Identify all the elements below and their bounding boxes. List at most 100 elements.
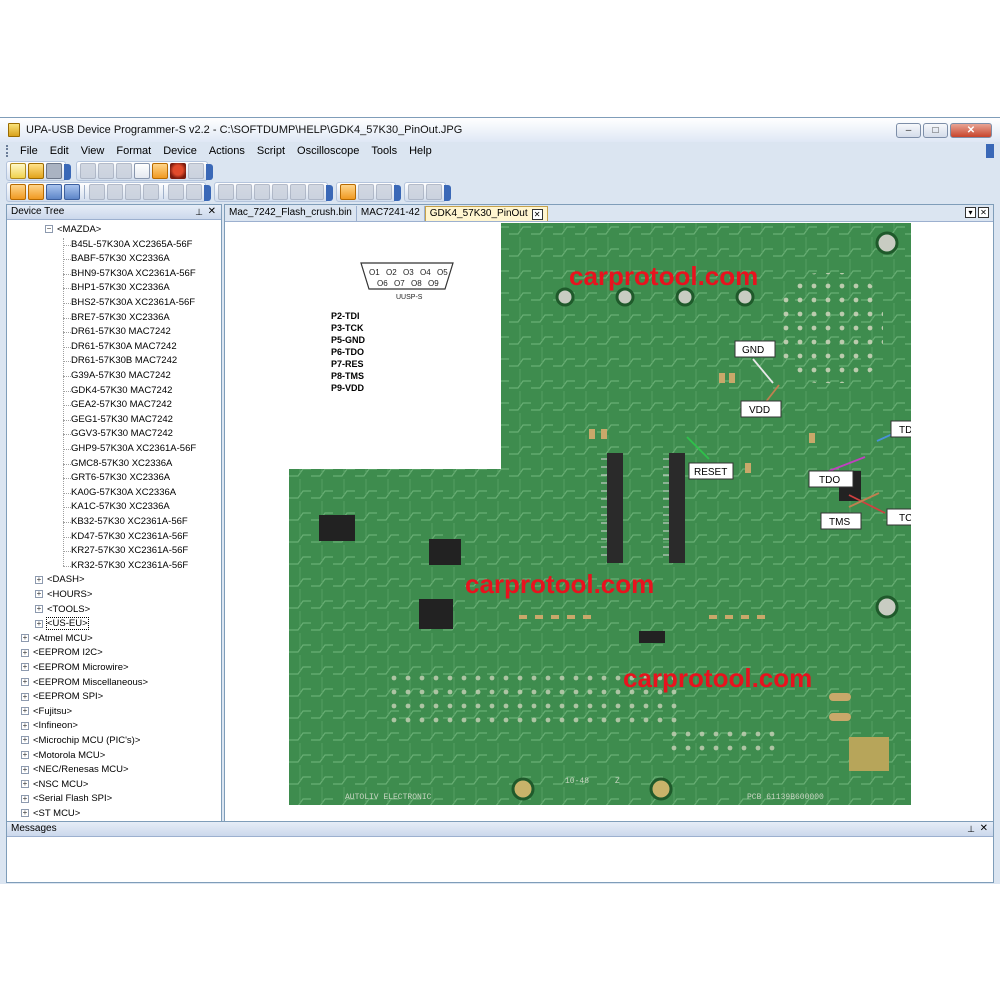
tab-mac7242-flash[interactable]: Mac_7242_Flash_crush.bin [225,206,357,221]
tree-device-item[interactable]: GEA2-57K30 MAC7242 [71,398,172,412]
view-4-icon[interactable] [272,184,288,200]
tree-node-root[interactable]: + <Fujitsu> [21,705,72,719]
tab-list-icon[interactable]: ▾ [965,207,976,218]
tree-node-root[interactable]: + <Infineon> [21,719,78,733]
expand-icon[interactable]: + [21,678,29,687]
tree-device-item[interactable]: BRE7-57K30 XC2336A [71,311,170,325]
menu-view[interactable]: View [75,145,111,157]
bug-icon[interactable] [170,163,186,179]
tree-device-item[interactable]: KA0G-57K30A XC2336A [71,486,176,500]
expand-icon[interactable]: + [21,692,29,701]
tree-device-item[interactable]: GDK4-57K30 MAC7242 [71,384,172,398]
menu-tools[interactable]: Tools [365,145,403,157]
expand-icon[interactable]: + [21,663,29,672]
expand-icon[interactable]: + [21,765,29,774]
tree-node-root[interactable]: + <EEPROM Miscellaneous> [21,676,148,690]
menu-edit[interactable]: Edit [44,145,75,157]
probe-icon[interactable] [28,184,44,200]
paste-icon[interactable] [116,163,132,179]
tree-node-root[interactable]: + <EEPROM Microwire> [21,661,129,675]
menu-help[interactable]: Help [403,145,438,157]
close-button[interactable]: ✕ [950,123,992,138]
tree-device-item[interactable]: GGV3-57K30 MAC7242 [71,427,173,441]
tree-device-item[interactable]: DR61-57K30A MAC7242 [71,340,177,354]
close-icon[interactable]: ✕ [208,205,216,219]
tree-device-item[interactable]: GMC8-57K30 XC2336A [71,457,172,471]
open-folder-icon[interactable] [28,163,44,179]
expand-icon[interactable]: + [35,590,43,599]
copy-icon[interactable] [98,163,114,179]
tree-device-item[interactable]: BHN9-57K30A XC2361A-56F [71,267,196,281]
document-icon[interactable] [134,163,150,179]
expand-icon[interactable]: + [21,634,29,643]
settings-icon[interactable] [188,163,204,179]
device-icon[interactable] [152,163,168,179]
tree-node-root[interactable]: + <EEPROM SPI> [21,690,103,704]
close-icon[interactable]: ✕ [980,822,988,836]
tree-device-item[interactable]: GEG1-57K30 MAC7242 [71,413,173,427]
cut-icon[interactable] [80,163,96,179]
menu-oscilloscope[interactable]: Oscilloscope [291,145,365,157]
menu-device[interactable]: Device [157,145,203,157]
expand-icon[interactable]: + [21,648,29,657]
save-icon[interactable] [46,163,62,179]
menu-script[interactable]: Script [251,145,291,157]
fit-icon[interactable] [46,184,62,200]
expand-icon[interactable]: + [21,809,29,818]
wand-icon[interactable] [10,184,26,200]
tree-node-root[interactable]: + <Serial Flash SPI> [21,792,112,806]
tree-device-item[interactable]: KD47-57K30 XC2361A-56F [71,530,188,544]
menu-file[interactable]: File [14,145,44,157]
view-2-icon[interactable] [236,184,252,200]
tree-device-item[interactable]: KA1C-57K30 XC2336A [71,500,170,514]
tree-device-item[interactable]: DR61-57K30 MAC7242 [71,325,171,339]
expand-icon[interactable]: + [21,794,29,803]
new-file-icon[interactable] [10,163,26,179]
tree-device-item[interactable]: B45L-57K30A XC2365A-56F [71,238,192,252]
tree-device-item[interactable]: BHP1-57K30 XC2336A [71,281,170,295]
tree-node-root[interactable]: + <EEPROM I2C> [21,646,103,660]
tree-node-mazda[interactable]: − <MAZDA> [45,223,101,237]
scissors-icon[interactable] [376,184,392,200]
maximize-button[interactable]: □ [923,123,948,138]
zoom-in-icon[interactable] [168,184,184,200]
tree-device-item[interactable]: G39A-57K30 MAC7242 [71,369,171,383]
select-icon[interactable] [358,184,374,200]
tree-node-root[interactable]: + <NEC/Renesas MCU> [21,763,129,777]
expand-icon[interactable]: + [35,575,43,584]
tree-node-sibling[interactable]: + <DASH> [35,573,85,587]
tree-node-root[interactable]: + <Motorola MCU> [21,749,105,763]
tree-device-item[interactable]: DR61-57K30B MAC7242 [71,354,177,368]
expand-icon[interactable]: + [21,721,29,730]
tab-gdk4-pinout[interactable]: GDK4_57K30_PinOut ✕ [424,206,548,221]
collapse-icon[interactable]: − [45,225,53,234]
view-3-icon[interactable] [254,184,270,200]
tree-node-sibling[interactable]: + <TOOLS> [35,603,90,617]
minimize-button[interactable]: ‒ [896,123,921,138]
stop-icon[interactable] [426,184,442,200]
menu-overflow-button[interactable] [986,144,994,158]
menu-grip-icon[interactable] [6,145,9,157]
view-5-icon[interactable] [290,184,306,200]
tree-device-item[interactable]: KR32-57K30 XC2361A-56F [71,559,188,573]
tree-device-item[interactable]: GHP9-57K30A XC2361A-56F [71,442,196,456]
tree-node-sibling[interactable]: + <US-EU> [35,617,89,631]
view-1-icon[interactable] [218,184,234,200]
tree-device-item[interactable]: KB32-57K30 XC2361A-56F [71,515,188,529]
tree-node-sibling[interactable]: + <HOURS> [35,588,92,602]
tree-device-item[interactable]: KR27-57K30 XC2361A-56F [71,544,188,558]
view-6-icon[interactable] [308,184,324,200]
menu-actions[interactable]: Actions [203,145,251,157]
tab-mac7241-42[interactable]: MAC7241-42 [357,206,425,221]
next-icon[interactable] [125,184,141,200]
tree-device-item[interactable]: BABF-57K30 XC2336A [71,252,170,266]
pin-icon[interactable]: ⊥ [967,822,975,836]
expand-icon[interactable]: + [21,751,29,760]
tab-close-icon[interactable]: ✕ [531,208,543,220]
first-icon[interactable] [89,184,105,200]
tree-device-item[interactable]: BHS2-57K30A XC2361A-56F [71,296,195,310]
last-icon[interactable] [143,184,159,200]
pin-icon[interactable]: ⊥ [195,205,203,219]
tree-node-root[interactable]: + <Atmel MCU> [21,632,93,646]
tree-device-item[interactable]: GRT6-57K30 XC2336A [71,471,170,485]
